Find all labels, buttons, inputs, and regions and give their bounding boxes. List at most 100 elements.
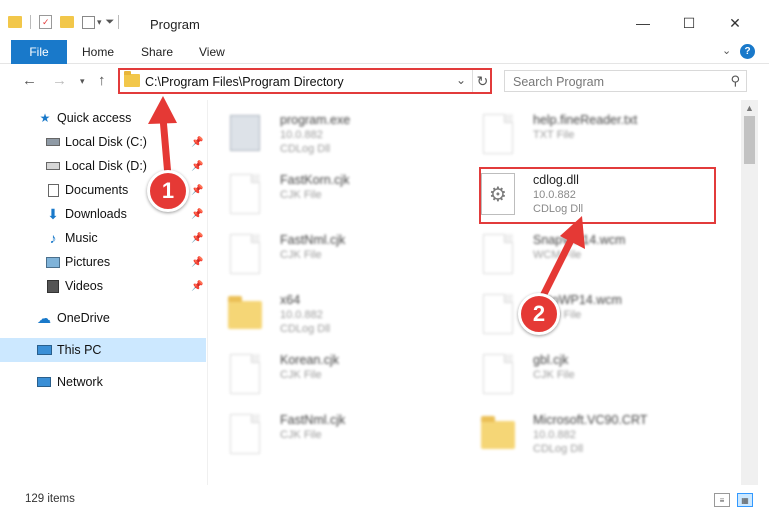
cloud-icon: ☁: [37, 309, 51, 326]
file-name: help.fineReader.txt: [533, 113, 638, 127]
separator: [30, 15, 31, 29]
file-item[interactable]: program.exe 10.0.882 CDLog Dll: [208, 105, 448, 161]
sidebar-item-label: Local Disk (D:): [65, 159, 147, 173]
sidebar-item-music[interactable]: ♪ Music 📌: [0, 226, 206, 250]
refresh-button[interactable]: ↻: [472, 70, 492, 92]
network-icon: [36, 375, 52, 389]
search-input[interactable]: Search Program: [513, 75, 604, 89]
forward-button[interactable]: →: [52, 72, 67, 89]
tab-home[interactable]: Home: [82, 45, 114, 59]
navigation-pane: ★ Quick access Local Disk (C:) 📌 Local D…: [0, 104, 206, 484]
file-name: FastNml.cjk: [280, 233, 346, 247]
pin-icon[interactable]: 📌: [191, 233, 203, 244]
computer-icon: [36, 343, 52, 357]
address-bar[interactable]: C:\Program Files\Program Directory ⌄ ↻: [118, 68, 492, 94]
minimize-button[interactable]: —: [620, 8, 666, 38]
file-description: CDLog Dll: [533, 443, 584, 455]
folder-icon: [124, 71, 140, 87]
file-type: TXT File: [533, 129, 575, 141]
search-icon: ⚲: [730, 73, 740, 88]
file-type: CJK File: [533, 369, 575, 381]
pin-icon[interactable]: 📌: [191, 281, 203, 292]
folder-item[interactable]: x64 10.0.882 CDLog Dll: [208, 285, 448, 341]
recent-locations-button[interactable]: ▾: [80, 76, 85, 87]
sidebar-item-label: This PC: [57, 343, 102, 357]
sidebar-item-onedrive[interactable]: ☁ OneDrive: [0, 306, 206, 330]
file-item[interactable]: FastKorn.cjk CJK File: [208, 165, 448, 221]
folder-item[interactable]: Microsoft.VC90.CRT 10.0.882 CDLog Dll: [461, 405, 701, 461]
overflow-icon[interactable]: ⏷: [106, 16, 115, 29]
properties-icon[interactable]: ✓: [39, 15, 52, 29]
file-item[interactable]: gbl.cjk CJK File: [461, 345, 701, 401]
scroll-thumb[interactable]: [744, 116, 755, 164]
pin-icon[interactable]: 📌: [191, 257, 203, 268]
sidebar-item-label: Local Disk (C:): [65, 135, 147, 149]
status-bar: 129 items ≡ ▦: [0, 487, 769, 512]
scroll-up-icon[interactable]: ▲: [745, 103, 754, 113]
search-box[interactable]: Search Program ⚲: [504, 70, 747, 92]
sidebar-item-label: Music: [65, 231, 98, 245]
chevron-down-icon[interactable]: ⌄: [456, 73, 466, 87]
sidebar-item-label: Pictures: [65, 255, 111, 269]
folder-icon: [228, 293, 262, 335]
separator: [118, 15, 120, 29]
sidebar-item-quick-access[interactable]: ★ Quick access: [0, 106, 206, 130]
document-icon: [481, 233, 515, 275]
pin-icon[interactable]: 📌: [191, 185, 203, 196]
file-name: FastNml.cjk: [280, 413, 346, 427]
file-type: CJK File: [280, 369, 322, 381]
new-folder-icon[interactable]: [60, 16, 74, 28]
details-view-button[interactable]: ≡: [714, 493, 730, 507]
file-version: 10.0.882: [280, 309, 323, 321]
file-version: 10.0.882: [280, 129, 323, 141]
highlight-box: [479, 167, 716, 224]
tab-file[interactable]: File: [11, 40, 67, 64]
sidebar-item-videos[interactable]: Videos 📌: [0, 274, 206, 298]
chevron-down-icon[interactable]: ▾: [97, 17, 102, 28]
download-icon: ⬇: [47, 205, 59, 222]
file-description: CDLog Dll: [280, 323, 331, 335]
vertical-scrollbar[interactable]: ▲: [741, 100, 758, 485]
up-button[interactable]: ↑: [98, 72, 106, 89]
pictures-icon: [45, 255, 61, 269]
step-badge-1: 1: [147, 170, 189, 212]
sidebar-item-network[interactable]: Network: [0, 370, 206, 394]
close-button[interactable]: ✕: [712, 8, 758, 38]
expand-ribbon-icon[interactable]: ⌄: [722, 44, 731, 57]
item-count: 129 items: [25, 493, 75, 505]
sidebar-item-this-pc[interactable]: This PC: [0, 338, 206, 362]
address-path[interactable]: C:\Program Files\Program Directory: [145, 75, 344, 89]
folder-icon: [481, 413, 515, 455]
file-item[interactable]: Korean.cjk CJK File: [208, 345, 448, 401]
pin-icon[interactable]: 📌: [191, 137, 203, 148]
file-name: Korean.cjk: [280, 353, 340, 367]
file-type: WCM File: [533, 249, 582, 261]
sidebar-item-local-disk-c[interactable]: Local Disk (C:) 📌: [0, 130, 206, 154]
drive-icon: [45, 159, 61, 173]
tab-share[interactable]: Share: [141, 45, 173, 59]
sidebar-item-label: Downloads: [65, 207, 127, 221]
navigation-bar: ← → ▾ ↑ C:\Program Files\Program Directo…: [0, 65, 769, 99]
document-icon: [228, 353, 262, 395]
document-icon: [481, 293, 515, 335]
file-item[interactable]: FastNml.cjk CJK File: [208, 225, 448, 281]
tab-view[interactable]: View: [199, 45, 225, 59]
file-list: program.exe 10.0.882 CDLog Dll FastKorn.…: [208, 100, 741, 485]
file-name: program.exe: [280, 113, 351, 127]
sidebar-item-pictures[interactable]: Pictures 📌: [0, 250, 206, 274]
customize-icon[interactable]: [82, 15, 95, 29]
file-item[interactable]: help.fineReader.txt TXT File: [461, 105, 701, 161]
large-icons-view-button[interactable]: ▦: [737, 493, 753, 507]
file-description: CDLog Dll: [280, 143, 331, 155]
back-button[interactable]: ←: [22, 72, 37, 89]
file-item[interactable]: AutoWP14.wcm WCM File: [461, 285, 701, 341]
file-item[interactable]: FastNml.cjk CJK File: [208, 405, 448, 461]
window-title: Program: [150, 17, 200, 32]
maximize-button[interactable]: ☐: [666, 8, 712, 38]
drive-icon: [45, 135, 61, 149]
help-button[interactable]: ?: [740, 44, 755, 59]
pin-icon[interactable]: 📌: [191, 161, 203, 172]
document-icon: [228, 413, 262, 455]
pin-icon[interactable]: 📌: [191, 209, 203, 220]
file-item[interactable]: SnapWP14.wcm WCM File: [461, 225, 701, 281]
